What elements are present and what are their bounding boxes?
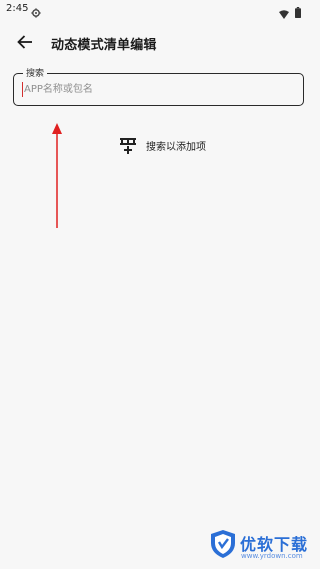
page-title: 动态模式清单编辑: [51, 38, 157, 53]
arrow-left-icon: [17, 34, 33, 53]
search-field[interactable]: 搜索: [13, 66, 304, 106]
search-label: 搜索: [23, 66, 48, 79]
back-button[interactable]: [14, 32, 36, 54]
watermark: 优软下载 www.yrdown.com: [210, 528, 316, 566]
text-cursor: [22, 82, 23, 97]
search-input[interactable]: [24, 80, 294, 98]
watermark-url: www.yrdown.com: [241, 552, 303, 560]
battery-icon: [295, 3, 301, 18]
hint-text: 搜索以添加项: [146, 141, 206, 153]
add-list-icon: [118, 135, 138, 155]
top-app-bar: 动态模式清单编辑: [0, 26, 320, 60]
status-bar: 2:45: [0, 0, 320, 19]
empty-hint: 搜索以添加项: [118, 135, 206, 155]
wifi-icon: [279, 4, 289, 19]
status-time: 2:45: [6, 3, 29, 14]
annotation-arrow: [50, 122, 64, 228]
shield-logo-icon: [210, 529, 236, 559]
gear-icon: [31, 3, 41, 18]
